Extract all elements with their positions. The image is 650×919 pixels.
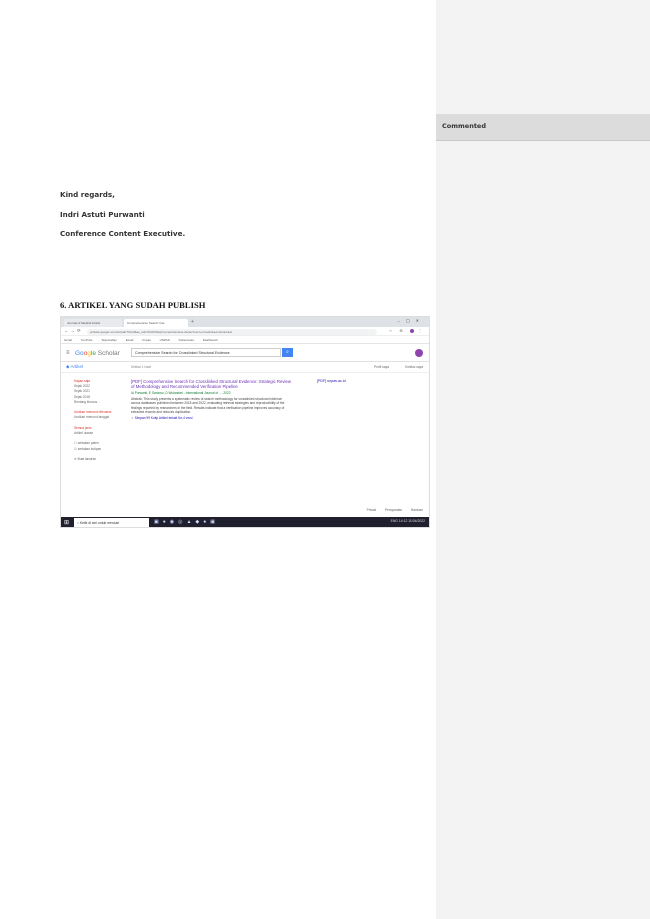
closing-line: Kind regards, bbox=[60, 190, 115, 199]
footer-link[interactable]: Persyaratan bbox=[385, 508, 402, 512]
search-icon[interactable]: ⌕ bbox=[282, 348, 293, 357]
windows-taskbar: ⊞ ⌕ Ketik di sini untuk mencari ▣●◉◎▲◆●▣… bbox=[61, 517, 429, 527]
avatar[interactable] bbox=[415, 349, 423, 357]
browser-tab-active[interactable]: Comprehensive Search Cas bbox=[124, 319, 188, 327]
bookmarks-bar: Gmail YouTube Terjemahan Email Unpas UNP… bbox=[61, 336, 429, 344]
result-snippet: Abstrak: This study presents a systemati… bbox=[131, 396, 285, 415]
browser-actions-icon[interactable]: ☆ ⊕ ⋮ bbox=[389, 328, 425, 333]
bookmark-item[interactable]: Email bbox=[126, 338, 134, 342]
taskbar-apps-icon[interactable]: ▣●◉◎▲◆●▣ bbox=[154, 519, 219, 525]
scholar-subbar: ◆ Artikel Sekitar 1 hasil Profil saya Ko… bbox=[61, 362, 429, 373]
document-page: Kind regards, Indri Astuti Purwanti Conf… bbox=[0, 0, 436, 919]
footer-link[interactable]: Bantuan bbox=[411, 508, 423, 512]
bookmark-item[interactable]: Gmail bbox=[64, 338, 72, 342]
scholar-footer: Privasi Persyaratan Bantuan bbox=[359, 508, 423, 512]
result-count: Sekitar 1 hasil bbox=[131, 365, 152, 369]
url-field[interactable]: scholar.google.com/scholar?hl=id&as_sdt=… bbox=[87, 328, 377, 335]
window-controls[interactable]: –▢✕ bbox=[398, 318, 425, 323]
scholar-sidebar: Kapan saja Sejak 2022 Sejak 2021 Sejak 2… bbox=[74, 379, 122, 462]
result-authors[interactable]: IA Purwanti, E Santoso, D Wulandari - In… bbox=[131, 391, 291, 396]
scholar-header: ≡ Google Scholar Comprehensive Search fo… bbox=[61, 345, 429, 362]
nav-buttons-icon[interactable]: ←→⟳ bbox=[64, 328, 83, 334]
bookmark-item[interactable]: Dashboard bbox=[203, 338, 218, 342]
scholar-search-input[interactable]: Comprehensive Search for Crosslinked Str… bbox=[131, 348, 281, 357]
articles-label[interactable]: ◆ Artikel bbox=[66, 364, 83, 370]
alert-link[interactable]: ✉ Buat lansiran bbox=[74, 457, 122, 462]
browser-tab[interactable]: Journal of Medical Article bbox=[64, 319, 122, 327]
search-result: [PDF] Comprehensive Search for Crosslink… bbox=[131, 379, 291, 421]
bookmark-item[interactable]: Unpas bbox=[142, 338, 151, 342]
menu-icon[interactable]: ≡ bbox=[66, 350, 70, 356]
browser-tabstrip: Journal of Medical Article Comprehensive… bbox=[61, 317, 429, 327]
pdf-link[interactable]: [PDF] unpas.ac.id bbox=[317, 379, 346, 383]
comment-header: Commented bbox=[442, 122, 486, 130]
taskbar-search[interactable]: ⌕ Ketik di sini untuk mencari bbox=[74, 518, 149, 527]
section-heading: 6. ARTIKEL YANG SUDAH PUBLISH bbox=[60, 300, 206, 310]
bookmark-item[interactable]: Terjemahan bbox=[101, 338, 117, 342]
new-tab-icon[interactable]: + bbox=[191, 319, 194, 325]
bookmark-item[interactable]: Kubernetes bbox=[179, 338, 194, 342]
footer-link[interactable]: Privasi bbox=[367, 508, 377, 512]
embedded-screenshot: Journal of Medical Article Comprehensive… bbox=[60, 316, 430, 528]
bookmark-item[interactable]: UNPAS bbox=[160, 338, 170, 342]
comment-balloon[interactable]: Commented bbox=[436, 114, 650, 140]
my-library-link[interactable]: Koleksi saya bbox=[405, 365, 423, 369]
profile-avatar[interactable] bbox=[409, 328, 414, 333]
address-bar: ←→⟳ scholar.google.com/scholar?hl=id&as_… bbox=[61, 327, 429, 336]
result-links[interactable]: ☆ Simpan 99 Kutip Artikel terkait Ke-4 v… bbox=[131, 416, 291, 421]
windows-start-icon[interactable]: ⊞ bbox=[64, 519, 69, 526]
sender-role: Conference Content Executive. bbox=[60, 229, 186, 238]
my-profile-link[interactable]: Profil saya bbox=[374, 365, 389, 369]
scholar-logo[interactable]: Google Scholar bbox=[75, 350, 120, 357]
result-title[interactable]: [PDF] Comprehensive Search for Crosslink… bbox=[131, 379, 291, 390]
system-tray[interactable]: ENG 14:12 11/04/2022 bbox=[391, 519, 425, 523]
comment-divider bbox=[436, 140, 650, 141]
sender-name: Indri Astuti Purwanti bbox=[60, 210, 145, 219]
bookmark-item[interactable]: YouTube bbox=[81, 338, 93, 342]
